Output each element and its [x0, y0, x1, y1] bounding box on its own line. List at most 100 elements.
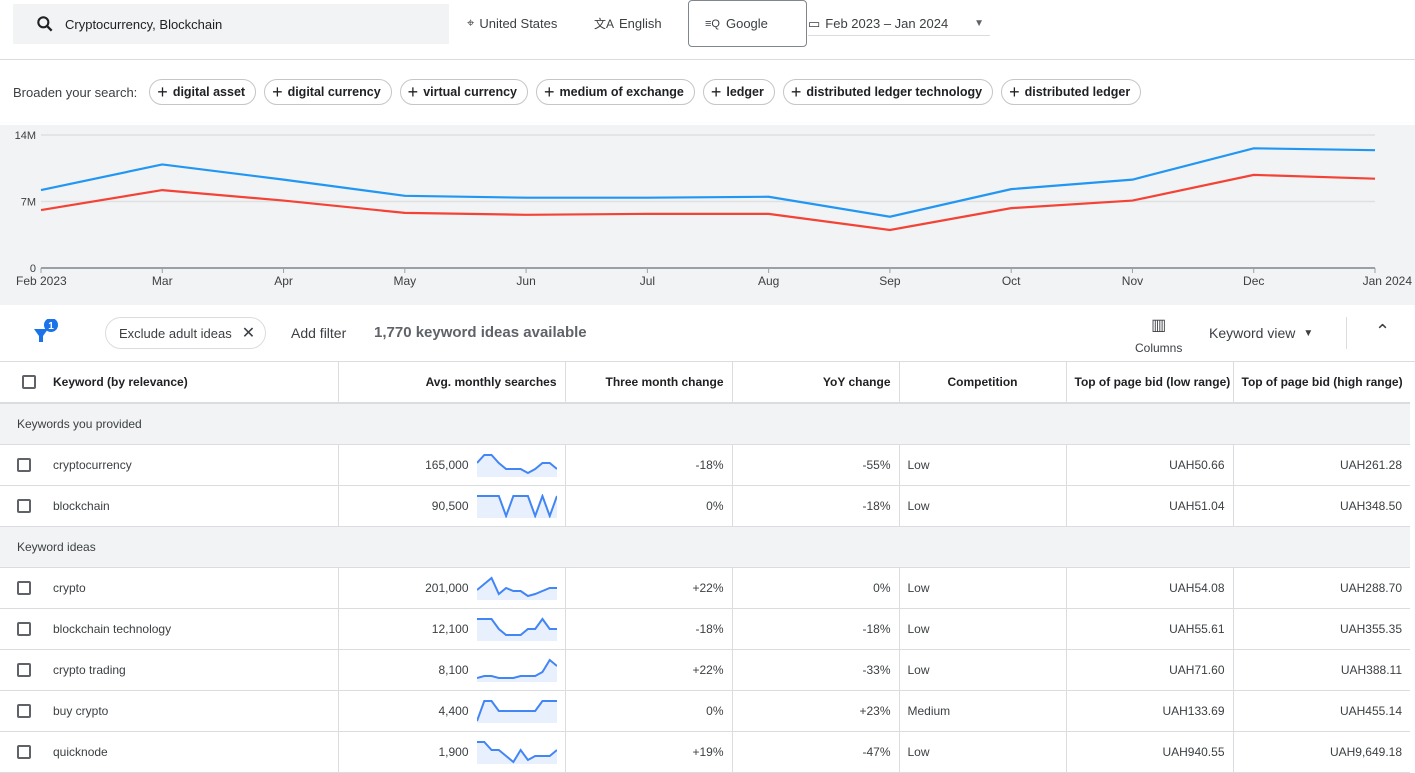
columns-label: Columns: [1135, 341, 1183, 355]
table-row: buy crypto 4,400 0% +23% Medium UAH133.6…: [0, 690, 1410, 732]
chip-label: virtual currency: [423, 85, 517, 99]
location-pin-icon: ⌖: [467, 15, 475, 30]
trend-sparkline: [476, 493, 557, 518]
table-row: blockchain 90,500 0% -18% Low UAH51.04 U…: [0, 485, 1410, 527]
three-month-cell: +22%: [564, 567, 732, 609]
search-input[interactable]: Cryptocurrency, Blockchain: [13, 4, 449, 44]
location-label: United States: [479, 15, 558, 31]
searches-value: 165,000: [425, 457, 469, 472]
broaden-chip[interactable]: + digital currency: [264, 79, 392, 105]
exclude-adult-chip[interactable]: Exclude adult ideas ✕: [105, 317, 267, 349]
row-checkbox[interactable]: [0, 608, 40, 650]
filter-count-badge: 1: [48, 321, 54, 332]
low-bid-cell: UAH71.60: [1065, 649, 1233, 691]
searches-value: 8,100: [438, 662, 469, 677]
location-selector[interactable]: ⌖ United States: [467, 15, 557, 31]
column-header[interactable]: Competition: [898, 362, 1066, 404]
plus-icon: +: [157, 82, 168, 102]
date-range-label: Feb 2023 – Jan 2024: [825, 16, 949, 31]
column-header[interactable]: Top of page bid (high range): [1232, 362, 1410, 404]
keyword-view-label: Keyword view: [1209, 325, 1296, 341]
collapse-chevron-icon[interactable]: ⌃: [1375, 321, 1390, 342]
competition-cell: Low: [898, 444, 1066, 486]
broaden-chip[interactable]: + digital asset: [149, 79, 257, 105]
trend-chart: 0 7M 14M Feb 2023 Mar Apr May Jun Jul Aug Sep Oct No…: [0, 125, 1415, 305]
plus-icon: +: [1009, 82, 1020, 102]
x-tick-label: Jul: [640, 274, 655, 288]
y-tick-label: 14M: [15, 130, 36, 142]
x-tick-label: Mar: [152, 274, 173, 288]
chip-label: digital asset: [172, 85, 246, 99]
broaden-chip[interactable]: + distributed ledger: [1001, 79, 1142, 105]
yoy-cell: +23%: [731, 690, 899, 732]
low-bid-cell: UAH51.04: [1065, 485, 1233, 527]
group-row: Keyword ideas: [0, 526, 1410, 568]
select-all-checkbox[interactable]: [0, 362, 40, 404]
trend-sparkline: [476, 699, 557, 723]
top-bar: Cryptocurrency, Blockchain ⌖ United State…: [0, 0, 1415, 60]
broaden-chip[interactable]: + virtual currency: [399, 79, 528, 105]
date-range-selector[interactable]: ▭ Feb 2023 – Jan 2024 ▼: [808, 12, 990, 36]
searches-cell: 4,400: [337, 690, 565, 732]
filter-bar: 1 Exclude adult ideas ✕ Add filter 1,770…: [0, 305, 1415, 362]
trend-sparkline: [476, 453, 557, 477]
search-icon: [37, 16, 53, 32]
columns-button[interactable]: ▥ Columns: [1135, 315, 1182, 355]
searches-value: 1,900: [438, 744, 469, 759]
filter-button[interactable]: 1: [30, 319, 58, 345]
yoy-cell: -55%: [731, 444, 899, 486]
broaden-chip[interactable]: + medium of exchange: [535, 79, 695, 105]
row-checkbox[interactable]: [0, 444, 40, 486]
translate-icon: 文A: [594, 17, 615, 31]
x-tick-label: Jun: [516, 274, 535, 288]
row-checkbox[interactable]: [0, 690, 40, 732]
high-bid-cell: UAH348.50: [1232, 485, 1410, 527]
broaden-chip[interactable]: + ledger: [702, 79, 775, 105]
trend-sparkline: [476, 616, 557, 641]
broaden-search: Broaden your search: + digital asset + digi…: [13, 79, 1403, 105]
table-row: blockchain technology 12,100 -18% -18% L…: [0, 608, 1410, 650]
dropdown-arrow-icon: ▼: [974, 18, 984, 29]
sparkline-area: [476, 741, 557, 764]
language-selector[interactable]: 文A English: [594, 15, 662, 32]
broaden-chip[interactable]: + distributed ledger technology: [782, 79, 994, 105]
close-icon[interactable]: ✕: [242, 323, 255, 343]
column-header[interactable]: Avg. monthly searches: [337, 362, 565, 404]
column-header[interactable]: YoY change: [731, 362, 899, 404]
series-line: [40, 147, 1376, 218]
add-filter-button[interactable]: Add filter: [291, 325, 346, 341]
plus-icon: +: [710, 82, 722, 102]
low-bid-cell: UAH50.66: [1065, 444, 1233, 486]
search-value: Cryptocurrency, Blockchain: [65, 16, 223, 32]
three-month-cell: 0%: [564, 690, 732, 732]
table-row: crypto 201,000 +22% 0% Low UAH54.08 UAH2…: [0, 567, 1410, 609]
trend-sparkline: [476, 657, 557, 682]
yoy-cell: -33%: [731, 649, 899, 691]
column-header[interactable]: Three month change: [564, 362, 732, 404]
chip-label: medium of exchange: [559, 85, 684, 99]
column-header[interactable]: Top of page bid (low range): [1065, 362, 1233, 404]
sparkline-area: [476, 454, 557, 477]
low-bid-cell: UAH133.69: [1065, 690, 1233, 732]
sparkline-area: [476, 495, 557, 518]
ideas-count: 1,770 keyword ideas available: [374, 324, 587, 341]
yoy-cell: -18%: [731, 485, 899, 527]
plus-icon: +: [407, 82, 419, 102]
column-header[interactable]: Keyword (by relevance): [40, 362, 338, 404]
competition-cell: Low: [898, 485, 1066, 527]
row-checkbox[interactable]: [0, 567, 40, 609]
row-checkbox[interactable]: [0, 649, 40, 691]
x-tick-label: Dec: [1243, 274, 1264, 288]
low-bid-cell: UAH55.61: [1065, 608, 1233, 650]
table-row: crypto trading 8,100 +22% -33% Low UAH71…: [0, 649, 1410, 691]
network-selector[interactable]: ≡Q Google: [688, 0, 807, 47]
row-checkbox[interactable]: [0, 485, 40, 527]
keyword-view-dropdown[interactable]: Keyword view ▼: [1209, 325, 1313, 341]
group-label: Keywords you provided: [0, 403, 1410, 445]
trend-sparkline: [476, 575, 557, 600]
keyword-cell: quicknode: [40, 731, 338, 773]
calendar-icon: ▭: [808, 15, 821, 31]
row-checkbox[interactable]: [0, 731, 40, 773]
x-tick-label: Feb 2023: [16, 274, 67, 288]
group-label: Keyword ideas: [0, 526, 1410, 568]
